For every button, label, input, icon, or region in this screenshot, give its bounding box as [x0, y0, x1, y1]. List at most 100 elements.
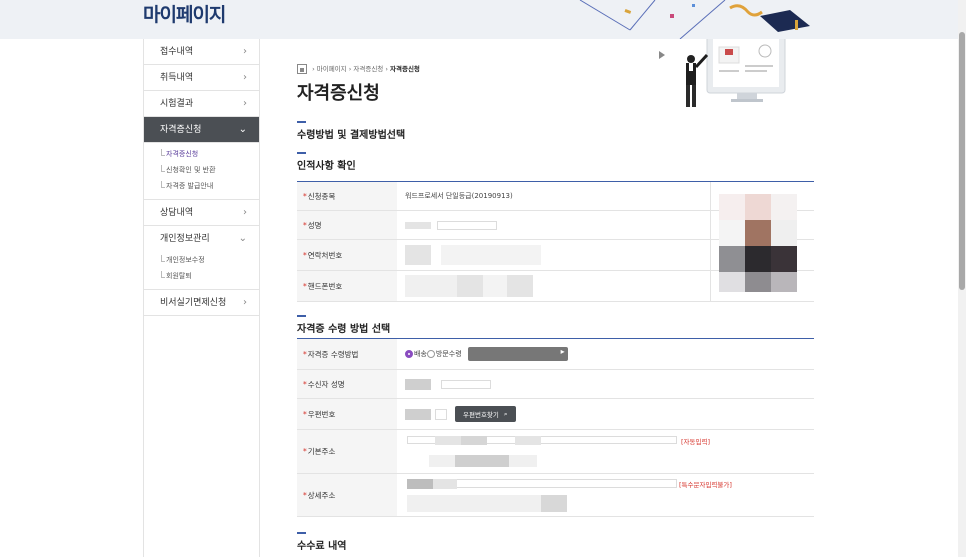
field-label: * 연락처번호 [297, 240, 397, 270]
detail-address-note: [특수문자입력불가] [679, 481, 732, 489]
address-auto-note: [자동입력] [681, 438, 710, 446]
page-title: 자격증신청 [297, 83, 380, 104]
blurred-text [541, 495, 567, 512]
blurred-field [405, 275, 457, 297]
submenu-item-withdraw[interactable]: 회원탈퇴 [161, 268, 259, 284]
blurred-field [507, 275, 533, 297]
table-row: * 기본주소 [자동입력] [297, 430, 814, 474]
blurred-field [405, 245, 431, 265]
sidebar-item-label: 상담내역 [160, 208, 194, 218]
page-header: 마이페이지 [0, 0, 958, 39]
field-label: * 신청종목 [297, 182, 397, 210]
sidebar-item-consultation-history[interactable]: 상담내역 › [144, 200, 259, 226]
person-presentation-illustration [659, 39, 786, 107]
label-text: 핸드폰번호 [307, 281, 343, 291]
sidebar-item-exemption-application[interactable]: 비서실기면제신청 › [144, 290, 259, 316]
chevron-right-icon: › [243, 98, 247, 109]
field-label: * 성명 [297, 211, 397, 239]
sidebar-item-application-history[interactable]: 접수내역 › [144, 39, 259, 65]
scrollbar-thumb[interactable] [959, 32, 965, 290]
radio-delivery-label[interactable]: 배송 [414, 349, 427, 359]
chevron-right-icon: › [243, 72, 247, 83]
header-decoration-image [579, 0, 810, 39]
find-zip-button[interactable]: 우편번호찾기 ⌕ [455, 406, 516, 422]
zip-value: 우편번호찾기 ⌕ [397, 399, 814, 429]
receive-method-options: 배송 방문수령 [397, 339, 814, 369]
visit-location-select[interactable] [467, 347, 568, 361]
blurred-text [455, 455, 509, 467]
sidebar-item-label: 자격증신청 [160, 125, 202, 135]
sidebar-item-exam-results[interactable]: 시험결과 › [144, 91, 259, 117]
table-row: * 자격증 수령방법 배송 방문수령 [297, 339, 814, 370]
required-mark: * [303, 490, 307, 500]
zip-input-2[interactable] [435, 408, 447, 420]
chevron-down-icon: ⌄ [238, 124, 247, 135]
blurred-field [483, 275, 507, 297]
field-label: * 자격증 수령방법 [297, 339, 397, 369]
field-label: * 기본주소 [297, 430, 397, 473]
table-row: * 상세주소 [특수문자입력불가] [297, 474, 814, 517]
recipient-field[interactable] [441, 379, 491, 389]
blurred-text [405, 221, 431, 229]
submenu-item-edit-info[interactable]: 개인정보수정 [161, 252, 259, 268]
submenu-item-check-return[interactable]: 신청확인 및 반환 [161, 162, 259, 178]
section-title-method: 수령방법 및 결제방법선택 [297, 121, 405, 141]
radio-visit[interactable] [426, 350, 435, 358]
field-label: * 수신자 성명 [297, 370, 397, 398]
chevron-right-icon: › [243, 207, 247, 218]
required-mark: * [303, 220, 307, 230]
label-text: 신청종목 [307, 191, 336, 201]
breadcrumb-item[interactable]: 자격증신청 [353, 65, 383, 73]
table-row: * 수신자 성명 [297, 370, 814, 399]
chevron-right-icon: › [243, 297, 247, 308]
section-title-receive: 자격증 수령 방법 선택 [297, 315, 390, 335]
blurred-field [457, 275, 483, 297]
label-text: 기본주소 [307, 447, 336, 456]
recipient-value [397, 370, 814, 398]
required-mark: * [303, 191, 307, 201]
receive-form: *자격증 수령방법 배송 방문수령 *수신자 성명 *우편번호 우편번호찾기⌕ … [297, 338, 814, 517]
blurred-text [515, 436, 541, 445]
chevron-right-icon: › [243, 46, 247, 57]
blurred-text [461, 436, 487, 445]
section-title-identity: 인적사항 확인 [297, 152, 356, 172]
page-header-title: 마이페이지 [143, 4, 226, 26]
blurred-field [441, 245, 541, 265]
label-text: 성명 [307, 220, 322, 230]
blurred-text [407, 479, 433, 489]
sidebar-submenu-personal: 개인정보수정 회원탈퇴 [144, 252, 259, 290]
zip-input[interactable] [405, 408, 431, 420]
sidebar-submenu-certificate: 자격증신청 신청확인 및 반환 자격증 발급안내 [144, 143, 259, 200]
label-text: 상세주소 [307, 490, 336, 500]
required-mark: * [303, 447, 307, 456]
sidebar-item-acquisition-history[interactable]: 취득내역 › [144, 65, 259, 91]
label-text: 자격증 수령방법 [307, 349, 359, 359]
label-text: 연락처번호 [307, 250, 343, 260]
sidebar-item-certificate-application[interactable]: 자격증신청 ⌄ [144, 117, 259, 143]
vertical-scrollbar[interactable] [958, 0, 966, 557]
required-mark: * [303, 250, 307, 260]
sidebar-item-label: 취득내역 [160, 73, 194, 83]
submenu-item-issue-guide[interactable]: 자격증 발급안내 [161, 178, 259, 194]
breadcrumb-separator: › [383, 65, 391, 73]
sidebar-item-label: 비서실기면제신청 [160, 298, 227, 308]
applicant-photo [710, 182, 814, 302]
breadcrumb-item[interactable]: 마이페이지 [317, 65, 347, 73]
breadcrumb-separator: › [310, 65, 317, 73]
required-mark: * [303, 349, 307, 359]
submenu-item-certificate-apply[interactable]: 자격증신청 [161, 146, 259, 162]
home-icon[interactable] [297, 64, 307, 74]
search-icon: ⌕ [503, 409, 508, 418]
sidebar-nav: 접수내역 › 취득내역 › 시험결과 › 자격증신청 ⌄ 자격증신청 신청확인 및 반환… [143, 39, 260, 557]
required-mark: * [303, 379, 307, 389]
label-text: 수신자 성명 [307, 379, 345, 389]
radio-visit-label[interactable]: 방문수령 [436, 349, 462, 359]
breadcrumb-current: 자격증신청 [390, 65, 420, 73]
chevron-down-icon: ⌄ [238, 233, 247, 244]
radio-delivery[interactable] [405, 350, 413, 358]
find-zip-button-label: 우편번호찾기 [463, 411, 499, 419]
sidebar-item-personal-info[interactable]: 개인정보관리 ⌄ [144, 226, 259, 252]
required-mark: * [303, 281, 307, 291]
field-label: * 상세주소 [297, 474, 397, 516]
photo-pixelated-image [719, 194, 797, 292]
